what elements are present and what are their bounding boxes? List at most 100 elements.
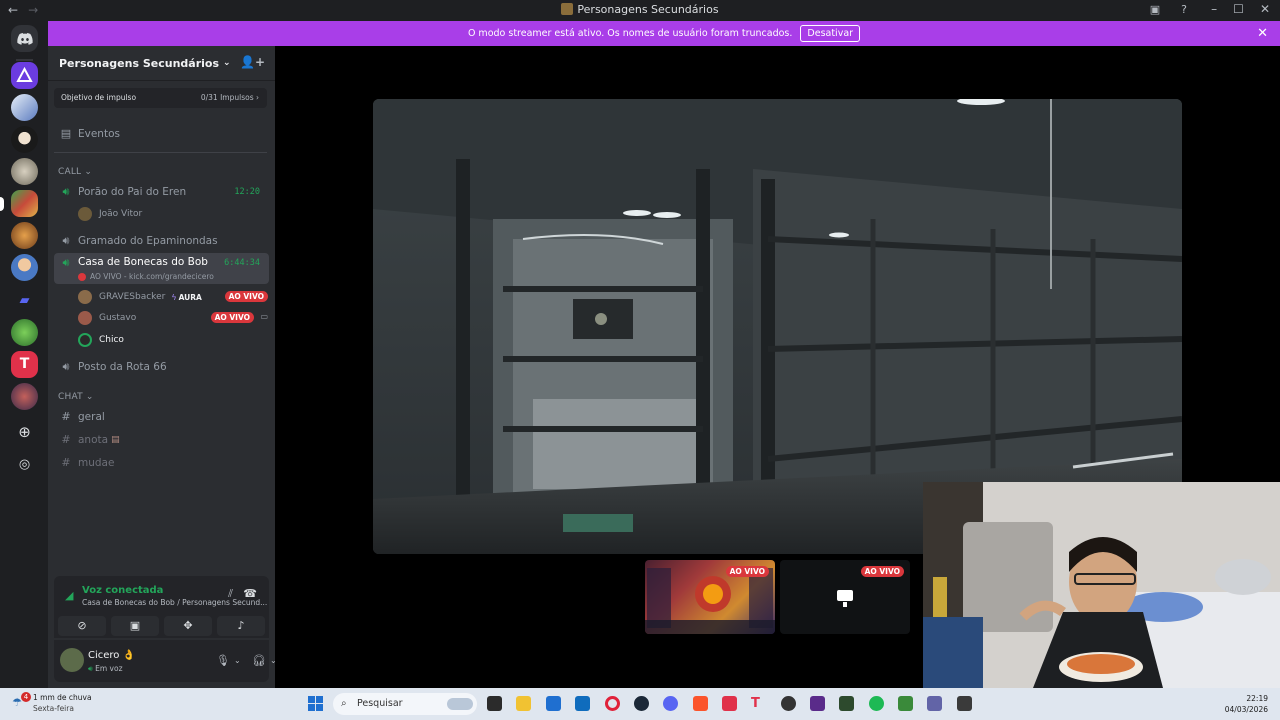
stream-stage: AO VIVO AO VIVO (275, 46, 1280, 688)
server-icon-fire[interactable] (11, 222, 38, 249)
voice-user[interactable]: GRAVESbacker ϟ AURA AO VIVO (78, 288, 268, 306)
voice-channel-posto[interactable]: 🔊︎ Posto da Rota 66 (54, 356, 269, 377)
banner-text: O modo streamer está ativo. Os nomes de … (467, 28, 793, 39)
tiktok-icon[interactable] (722, 696, 737, 711)
task-view-icon[interactable] (487, 696, 502, 711)
noise-suppression-icon[interactable]: ⫽ (228, 587, 233, 601)
disable-streamer-button[interactable]: Desativar (800, 25, 861, 42)
close-banner-icon[interactable]: ✕ (1257, 26, 1268, 41)
voice-user-name: Gustavo (99, 313, 137, 323)
voice-user[interactable]: João Vitor (78, 205, 142, 223)
soundboard-button[interactable]: ♪ (217, 616, 265, 636)
opera-icon[interactable] (605, 696, 620, 711)
voice-channel-gramado[interactable]: 🔊︎ Gramado do Epaminondas (54, 230, 269, 251)
user-status-text: Em voz (95, 664, 123, 673)
add-server-icon[interactable]: ⊕ (11, 419, 38, 446)
spotify-icon[interactable] (869, 696, 884, 711)
stream-thumbnail-screen[interactable]: AO VIVO (780, 560, 910, 634)
help-icon[interactable]: ? (1177, 3, 1191, 17)
shield-app-icon[interactable] (957, 696, 972, 711)
webcam-image (923, 482, 1280, 688)
server-icon-dog[interactable] (11, 158, 38, 185)
server-icon-face[interactable] (11, 126, 38, 153)
notes-app-icon[interactable] (839, 696, 854, 711)
activities-button[interactable]: ✥ (164, 616, 212, 636)
microphone-icon[interactable]: 🎙︎ (216, 654, 230, 667)
voice-channel-porao[interactable]: 🔊︎ Porão do Pai do Eren 12:20 (54, 181, 269, 202)
search-placeholder: Pesquisar (357, 698, 403, 709)
minimize-button[interactable]: – (1211, 2, 1217, 16)
stream-thumbnail-game[interactable]: AO VIVO (645, 560, 775, 634)
text-channel-anota[interactable]: # anota ▤ (54, 429, 269, 450)
hash-icon: # (61, 410, 71, 423)
server-icon-personagens[interactable] (11, 190, 38, 217)
file-explorer-icon[interactable] (516, 696, 531, 711)
taskbar-search[interactable]: ⌕ Pesquisar (333, 693, 477, 715)
headphones-icon[interactable]: 🎧︎ (252, 654, 266, 667)
chevron-down-icon: ⌄ (84, 167, 93, 177)
channel-name: anota (78, 433, 109, 446)
text-channel-geral[interactable]: # geral (54, 406, 269, 427)
discord-icon (16, 32, 33, 45)
server-icon-anime[interactable] (11, 94, 38, 121)
category-call[interactable]: CALL ⌄ (58, 167, 92, 177)
discover-icon[interactable]: ◎ (11, 451, 38, 478)
signal-icon[interactable]: ◢ (65, 589, 73, 602)
discord-home-button[interactable] (11, 25, 38, 52)
server-icon-triangle[interactable] (11, 62, 38, 89)
category-chat-label: CHAT (58, 392, 83, 402)
hash-icon: # (61, 433, 71, 446)
twitch-icon[interactable] (810, 696, 825, 711)
speaker-icon: 🔊︎ (62, 359, 70, 373)
notepad-icon: ▤ (111, 434, 120, 445)
windows-start-icon[interactable] (308, 696, 323, 711)
streamer-mode-banner: O modo streamer está ativo. Os nomes de … (48, 21, 1280, 46)
voice-location[interactable]: Casa de Bonecas do Bob / Personagens Sec… (82, 598, 267, 607)
avatar[interactable] (60, 648, 84, 672)
notification-badge: 4 (21, 692, 31, 702)
boost-goal[interactable]: Objetivo de impulso 0/31 Impulsos › (54, 88, 267, 108)
server-icon-avatar[interactable] (11, 254, 38, 281)
system-clock[interactable]: 22:19 04/03/2026 (1225, 693, 1268, 715)
server-icon-t[interactable]: T (11, 351, 38, 378)
events-item[interactable]: ▤ Eventos (54, 123, 269, 144)
screen-share-icon: ▣ (129, 619, 141, 632)
window-title: Personagens Secundários (0, 3, 1280, 16)
search-icon: ⌕ (341, 698, 347, 709)
mic-chevron-icon[interactable]: ⌄ (234, 656, 241, 665)
voice-status[interactable]: Voz conectada (82, 585, 163, 596)
webcam-feed[interactable] (923, 482, 1280, 688)
category-chat[interactable]: CHAT ⌄ (58, 392, 94, 402)
close-window-button[interactable]: ✕ (1260, 2, 1270, 16)
t-app-icon[interactable]: T (751, 696, 766, 711)
voice-user[interactable]: Chico (78, 331, 124, 349)
maximize-button[interactable]: ☐ (1233, 2, 1244, 16)
chatgpt-icon[interactable] (781, 696, 796, 711)
text-channel-mudae[interactable]: # mudae (54, 452, 269, 473)
speaker-icon: 🔊︎ (88, 664, 93, 673)
channel-name: Posto da Rota 66 (78, 360, 167, 373)
store-icon[interactable] (546, 696, 561, 711)
disconnect-icon[interactable]: ☎ (243, 587, 257, 600)
avatar (78, 290, 92, 304)
events-label: Eventos (78, 127, 120, 140)
invite-people-icon[interactable]: 👤+ (240, 55, 265, 69)
camera-button[interactable]: ⊘ (58, 616, 106, 636)
outlook-icon[interactable] (575, 696, 590, 711)
server-icon-green[interactable] (11, 319, 38, 346)
server-icon (561, 3, 574, 15)
minecraft-icon[interactable] (898, 696, 913, 711)
guild-header[interactable]: Personagens Secundários ⌄ 👤+ (48, 46, 275, 80)
username[interactable]: Cicero 👌 (88, 650, 135, 661)
voice-user[interactable]: Gustavo AO VIVO ▭ (78, 309, 268, 327)
steam-icon[interactable] (634, 696, 649, 711)
teams-icon[interactable] (927, 696, 942, 711)
folder-icon[interactable]: ▰ (11, 287, 38, 314)
guild-name: Personagens Secundários (59, 56, 220, 70)
inbox-icon[interactable]: ▣ (1148, 3, 1162, 17)
screen-share-button[interactable]: ▣ (111, 616, 159, 636)
discord-taskbar-icon[interactable] (663, 696, 678, 711)
status-emoji: 👌 (122, 650, 136, 661)
server-icon-girl[interactable] (11, 383, 38, 410)
brave-icon[interactable] (693, 696, 708, 711)
